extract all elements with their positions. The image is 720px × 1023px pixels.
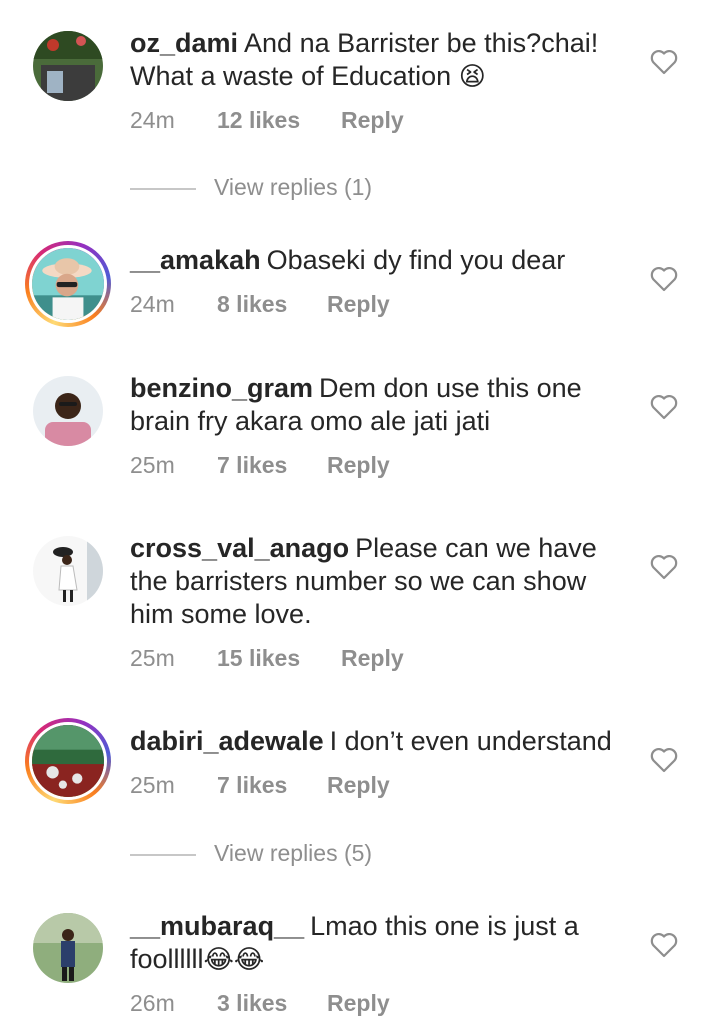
likes-count[interactable]: 8 likes <box>217 291 287 318</box>
timestamp: 25m <box>130 645 175 671</box>
timestamp: 24m <box>130 107 175 133</box>
avatar[interactable] <box>33 536 103 606</box>
username[interactable]: oz_dami <box>130 28 238 58</box>
reply-button[interactable]: Reply <box>327 452 390 479</box>
avatar[interactable] <box>25 718 111 804</box>
reply-button[interactable]: Reply <box>341 107 404 134</box>
reply-button[interactable]: Reply <box>327 291 390 318</box>
comment-text: I don’t even understand <box>329 726 612 756</box>
timestamp: 24m <box>130 291 175 317</box>
username[interactable]: dabiri_adewale <box>130 726 324 756</box>
likes-count[interactable]: 12 likes <box>217 107 300 134</box>
likes-count[interactable]: 7 likes <box>217 452 287 479</box>
heart-icon[interactable] <box>650 554 678 580</box>
avatar[interactable] <box>25 241 111 327</box>
emoji: 😂😂 <box>203 944 265 974</box>
likes-count[interactable]: 7 likes <box>217 772 287 799</box>
avatar[interactable] <box>33 376 103 446</box>
reply-button[interactable]: Reply <box>327 772 390 799</box>
username[interactable]: cross_val_anago <box>130 533 349 563</box>
divider <box>130 854 196 856</box>
comment-text: Obaseki dy find you dear <box>266 245 566 275</box>
emoji: 😫 <box>458 61 486 91</box>
heart-icon[interactable] <box>650 932 678 958</box>
heart-icon[interactable] <box>650 266 678 292</box>
heart-icon[interactable] <box>650 394 678 420</box>
timestamp: 26m <box>130 990 175 1016</box>
likes-count[interactable]: 3 likes <box>217 990 287 1017</box>
heart-icon[interactable] <box>650 49 678 75</box>
avatar[interactable] <box>33 913 103 983</box>
view-replies-label: View replies (5) <box>214 840 373 866</box>
username[interactable]: __mubaraq__ <box>130 911 304 941</box>
username[interactable]: __amakah <box>130 245 261 275</box>
timestamp: 25m <box>130 452 175 478</box>
username[interactable]: benzino_gram <box>130 373 313 403</box>
reply-button[interactable]: Reply <box>327 990 390 1017</box>
avatar[interactable] <box>33 31 103 101</box>
timestamp: 25m <box>130 772 175 798</box>
likes-count[interactable]: 15 likes <box>217 645 300 672</box>
view-replies-label: View replies (1) <box>214 174 373 200</box>
reply-button[interactable]: Reply <box>341 645 404 672</box>
heart-icon[interactable] <box>650 747 678 773</box>
divider <box>130 188 196 190</box>
